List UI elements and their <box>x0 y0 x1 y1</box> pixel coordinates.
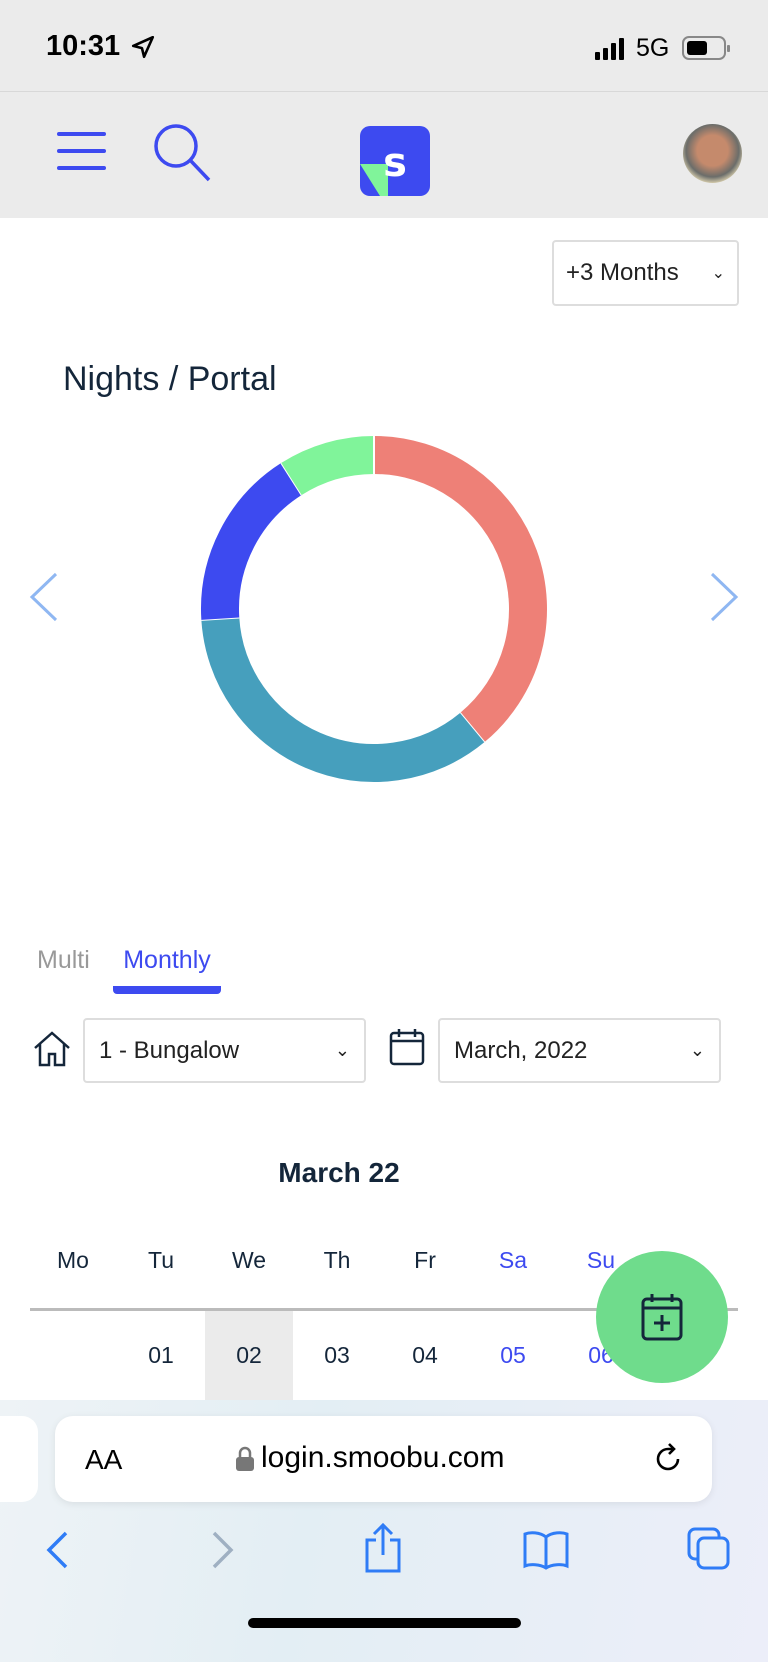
calendar-day <box>29 1311 117 1400</box>
donut-slice-1[interactable] <box>201 617 485 782</box>
chevron-down-icon: ⌄ <box>334 1040 350 1060</box>
weekday-header: Mo Tu We Th Fr Sa Su <box>29 1247 645 1274</box>
back-icon[interactable] <box>44 1530 70 1570</box>
range-select-value: +3 Months <box>566 259 679 286</box>
status-time: 10:31 <box>46 30 121 62</box>
home-icon <box>34 1031 70 1067</box>
chart-title: Nights / Portal <box>63 360 277 398</box>
tab-monthly[interactable]: Monthly <box>113 930 221 994</box>
chevron-right-icon[interactable] <box>708 572 740 622</box>
weekday-sa: Sa <box>498 1247 528 1273</box>
chevron-down-icon: ⌄ <box>689 1040 705 1060</box>
calendar-day[interactable]: 05 <box>469 1311 557 1400</box>
lock-icon <box>236 1446 254 1471</box>
chevron-left-icon[interactable] <box>28 572 60 622</box>
calendar-title: March 22 <box>278 1157 400 1188</box>
month-select[interactable]: March, 2022 ⌄ <box>438 1018 721 1083</box>
donut-slice-3[interactable] <box>281 436 375 496</box>
property-select-value: 1 - Bungalow <box>99 1036 240 1064</box>
share-icon[interactable] <box>362 1522 404 1574</box>
search-icon[interactable] <box>152 122 214 184</box>
range-select[interactable]: +3 Months ⌄ <box>552 240 739 306</box>
weekday-tu: Tu <box>148 1247 174 1273</box>
address-bar[interactable]: AA login.smoobu.com <box>55 1416 712 1502</box>
status-bar: 10:31 5G <box>0 0 768 92</box>
network-label: 5G <box>636 34 670 62</box>
calendar-week-row: 01 02 03 04 05 06 <box>29 1311 645 1400</box>
browser-bar: AA login.smoobu.com <box>0 1400 768 1662</box>
add-booking-button[interactable] <box>596 1251 728 1383</box>
donut-slice-2[interactable] <box>201 462 303 620</box>
calendar-day[interactable]: 04 <box>381 1311 469 1400</box>
bookmarks-icon[interactable] <box>522 1530 570 1570</box>
battery-icon <box>682 36 730 60</box>
smoobu-logo[interactable]: s <box>358 124 432 198</box>
calendar-day[interactable]: 01 <box>117 1311 205 1400</box>
avatar[interactable] <box>683 124 742 183</box>
weekday-mo: Mo <box>57 1247 89 1273</box>
tab-multi[interactable]: Multi <box>37 946 90 975</box>
calendar-day[interactable]: 02 <box>205 1311 293 1400</box>
month-select-value: March, 2022 <box>454 1036 588 1064</box>
signal-icon <box>595 38 624 60</box>
menu-icon[interactable] <box>57 132 106 183</box>
app-header: s <box>0 92 768 218</box>
chevron-down-icon: ⌄ <box>711 265 725 282</box>
text-size-button[interactable]: AA <box>85 1444 122 1476</box>
weekday-we: We <box>231 1247 267 1273</box>
previous-tab-pill[interactable] <box>0 1416 38 1502</box>
property-select[interactable]: 1 - Bungalow ⌄ <box>83 1018 366 1083</box>
calendar-day[interactable]: 03 <box>293 1311 381 1400</box>
donut-slice-0[interactable] <box>373 436 547 743</box>
weekday-th: Th <box>323 1247 351 1273</box>
calendar-icon <box>389 1029 425 1066</box>
calendar-plus-icon <box>641 1294 683 1341</box>
url-text: login.smoobu.com <box>261 1441 505 1474</box>
home-indicator <box>248 1618 521 1628</box>
reload-icon[interactable] <box>651 1442 685 1476</box>
forward-icon[interactable] <box>210 1530 236 1570</box>
weekday-fr: Fr <box>414 1247 436 1273</box>
donut-chart <box>201 436 547 782</box>
logo-letter: s <box>383 140 407 186</box>
location-arrow-icon <box>131 35 155 59</box>
tabs-icon[interactable] <box>686 1526 732 1572</box>
